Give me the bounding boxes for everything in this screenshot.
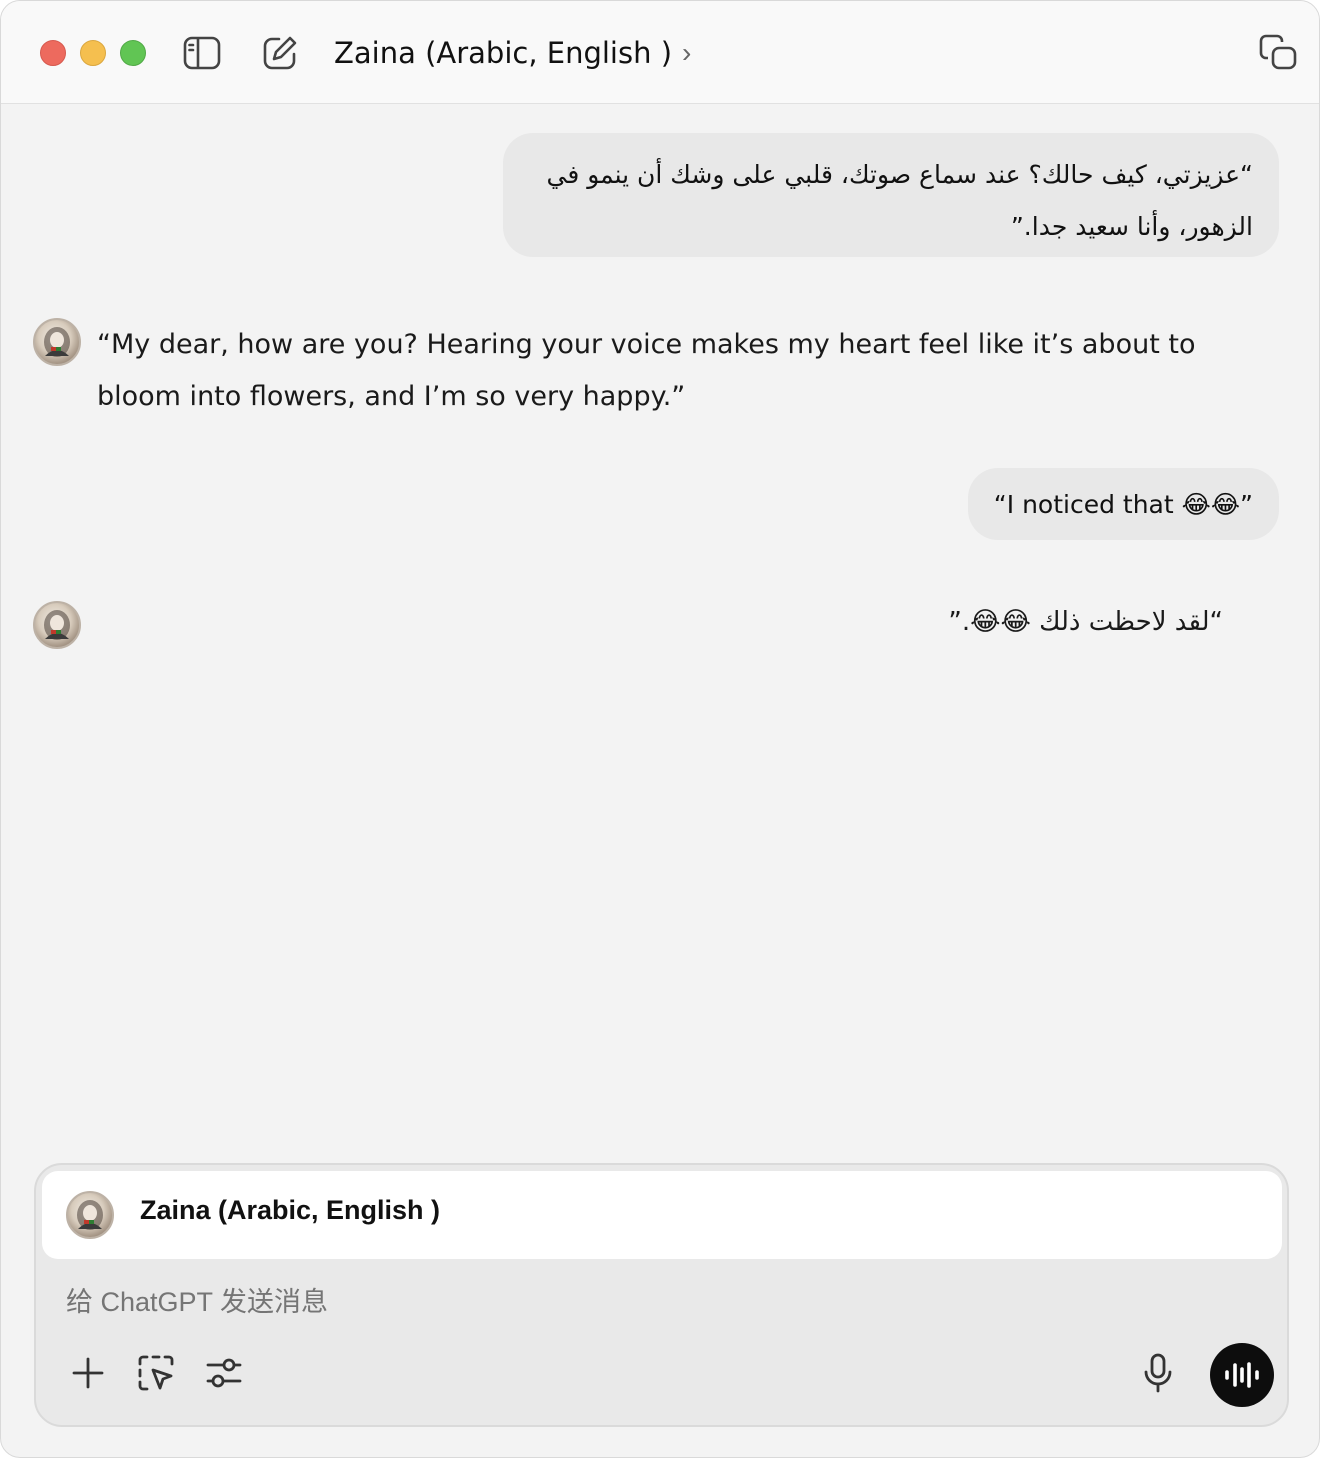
chevron-right-icon: ›	[682, 37, 692, 68]
gpt-avatar	[33, 601, 81, 649]
microphone-icon[interactable]	[1136, 1351, 1180, 1395]
settings-sliders-icon[interactable]	[202, 1351, 246, 1395]
minimize-window-button[interactable]	[80, 40, 106, 66]
new-chat-icon[interactable]	[260, 33, 300, 73]
chat-thread: “عزيزتي، كيف حالك؟ عند سماع صوتك، قلبي ع…	[1, 105, 1319, 1155]
active-gpt-card[interactable]: Zaina (Arabic, English )	[42, 1171, 1282, 1259]
screen-select-icon[interactable]	[134, 1351, 178, 1395]
page-title: Zaina (Arabic, English )	[334, 36, 673, 70]
message-input[interactable]	[66, 1287, 966, 1318]
gpt-avatar	[66, 1191, 114, 1239]
voice-mode-button[interactable]	[1210, 1343, 1274, 1407]
close-window-button[interactable]	[40, 40, 66, 66]
sidebar-toggle-icon[interactable]	[182, 33, 222, 73]
assistant-message: “لقد لاحظت ذلك 😂😂.”	[948, 607, 1223, 637]
gpt-name: Zaina (Arabic, English )	[140, 1195, 441, 1225]
plus-icon[interactable]	[66, 1351, 110, 1395]
user-message: “عزيزتي، كيف حالك؟ عند سماع صوتك، قلبي ع…	[503, 133, 1279, 257]
assistant-message: “My dear, how are you? Hearing your voic…	[97, 329, 1196, 412]
titlebar: Zaina (Arabic, English ) ›	[1, 1, 1319, 104]
gpt-title[interactable]: Zaina (Arabic, English ) ›	[334, 31, 691, 75]
user-message: “I noticed that 😂😂”	[967, 468, 1279, 540]
zoom-window-button[interactable]	[120, 40, 146, 66]
gpt-avatar	[33, 318, 81, 366]
voice-mode-icon	[1225, 1362, 1259, 1388]
window-share-icon[interactable]	[1258, 33, 1298, 73]
app-window: Zaina (Arabic, English ) › “عزيزتي، كيف …	[0, 0, 1320, 1458]
message-composer: Zaina (Arabic, English )	[34, 1163, 1289, 1427]
